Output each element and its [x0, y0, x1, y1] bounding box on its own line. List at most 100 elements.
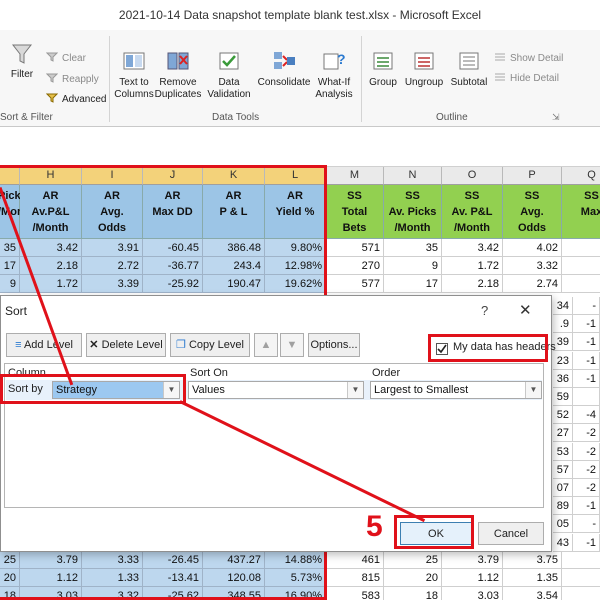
- cancel-button[interactable]: Cancel: [478, 522, 544, 545]
- data-cell[interactable]: 23: [553, 351, 573, 370]
- data-cell[interactable]: -1: [573, 315, 600, 334]
- data-cell[interactable]: -1: [573, 333, 600, 352]
- copy-level-button[interactable]: ❐ Copy Level: [170, 333, 250, 357]
- data-cell[interactable]: 571: [326, 239, 384, 257]
- data-cell[interactable]: 25: [384, 551, 442, 569]
- data-cell[interactable]: 07: [553, 479, 573, 497]
- header-cell[interactable]: SS Avg. Odds: [503, 185, 562, 239]
- data-cell[interactable]: 2.18: [442, 275, 503, 293]
- header-cell[interactable]: SS Av. Picks/Month: [384, 185, 442, 239]
- show-detail-button[interactable]: Show Detail: [494, 52, 563, 64]
- data-cell[interactable]: 35: [384, 239, 442, 257]
- data-cell[interactable]: -1: [562, 569, 600, 587]
- data-cell[interactable]: 59: [553, 388, 573, 406]
- data-cell[interactable]: 461: [326, 551, 384, 569]
- data-cell[interactable]: 9: [384, 257, 442, 275]
- data-cell[interactable]: -2: [573, 424, 600, 443]
- data-cell[interactable]: -4: [573, 406, 600, 425]
- remove-duplicates-button[interactable]: Remove Duplicates: [154, 50, 202, 101]
- filter-button[interactable]: Filter: [6, 42, 38, 81]
- column-header-o[interactable]: O: [442, 167, 503, 185]
- data-cell[interactable]: 39: [553, 333, 573, 352]
- data-cell[interactable]: 3.75: [503, 551, 562, 569]
- order-select[interactable]: Largest to Smallest ▼: [370, 381, 542, 399]
- data-cell[interactable]: [573, 388, 600, 406]
- move-up-button[interactable]: ▲: [254, 333, 278, 357]
- data-cell[interactable]: -: [573, 515, 600, 534]
- data-cell[interactable]: 05: [553, 515, 573, 534]
- data-cell[interactable]: 1.12: [442, 569, 503, 587]
- data-cell[interactable]: -2: [573, 479, 600, 497]
- consolidate-button[interactable]: Consolidate: [256, 50, 312, 89]
- advanced-button[interactable]: Advanced: [45, 93, 106, 105]
- data-cell[interactable]: 17: [384, 275, 442, 293]
- formula-area: [0, 128, 600, 167]
- sort-filter-group-label: Sort & Filter: [0, 112, 53, 123]
- clear-filter-icon: [45, 52, 59, 62]
- options-button[interactable]: Options...: [308, 333, 360, 357]
- data-cell[interactable]: -1: [573, 351, 600, 370]
- data-cell[interactable]: 53: [553, 442, 573, 461]
- ungroup-label: Ungroup: [404, 77, 444, 88]
- data-cell[interactable]: 1.72: [442, 257, 503, 275]
- data-cell[interactable]: -2: [562, 257, 600, 275]
- data-cell[interactable]: 815: [326, 569, 384, 587]
- data-cell[interactable]: -: [573, 297, 600, 315]
- move-down-button[interactable]: ▼: [280, 333, 304, 357]
- data-validation-button[interactable]: Data Validation: [204, 50, 254, 101]
- data-cell[interactable]: 583: [326, 587, 384, 600]
- data-cell[interactable]: -1: [573, 369, 600, 388]
- data-cell[interactable]: 2.74: [503, 275, 562, 293]
- hide-detail-button[interactable]: Hide Detail: [494, 72, 559, 84]
- column-header-n[interactable]: N: [384, 167, 442, 185]
- data-cell[interactable]: 4.02: [503, 239, 562, 257]
- data-cell[interactable]: -2: [573, 442, 600, 461]
- header-cell[interactable]: SS Max: [562, 185, 600, 239]
- clear-button[interactable]: Clear: [45, 52, 86, 64]
- data-cell[interactable]: 27: [553, 424, 573, 443]
- subtotal-button[interactable]: Subtotal: [446, 50, 492, 89]
- data-cell[interactable]: 20: [384, 569, 442, 587]
- data-cell[interactable]: 34: [553, 297, 573, 315]
- data-cell[interactable]: 3.79: [442, 551, 503, 569]
- remove-duplicates-line2: Duplicates: [154, 89, 202, 100]
- data-cell[interactable]: 1.35: [503, 569, 562, 587]
- header-cell[interactable]: SS Av. P&L/Month: [442, 185, 503, 239]
- data-cell[interactable]: -2: [562, 551, 600, 569]
- data-cell[interactable]: .9: [553, 315, 573, 334]
- column-header-m[interactable]: M: [326, 167, 384, 185]
- add-level-button[interactable]: ≡ Add Level: [6, 333, 82, 357]
- sort-on-select[interactable]: Values ▼: [188, 381, 364, 399]
- data-cell[interactable]: 18: [384, 587, 442, 600]
- data-cell[interactable]: -1: [573, 497, 600, 516]
- text-to-columns-button[interactable]: Text to Columns: [114, 50, 154, 101]
- group-button[interactable]: Group: [366, 50, 400, 89]
- data-cell[interactable]: 3.03: [442, 587, 503, 600]
- ungroup-button[interactable]: Ungroup: [402, 50, 446, 89]
- data-cell[interactable]: 577: [326, 275, 384, 293]
- help-button[interactable]: ?: [481, 303, 488, 318]
- data-cell[interactable]: 3.54: [503, 587, 562, 600]
- data-cell[interactable]: 270: [326, 257, 384, 275]
- data-cell[interactable]: -3: [562, 275, 600, 293]
- what-if-analysis-button[interactable]: ? What-If Analysis: [313, 50, 355, 101]
- dialog-launcher-icon[interactable]: ⇲: [552, 112, 560, 123]
- data-cell[interactable]: 3.32: [503, 257, 562, 275]
- data-cell[interactable]: -2: [573, 460, 600, 479]
- data-cell[interactable]: 57: [553, 460, 573, 479]
- header-cell[interactable]: SS Total Bets: [326, 185, 384, 239]
- data-cell[interactable]: -2: [562, 587, 600, 600]
- data-cell[interactable]: -2: [562, 239, 600, 257]
- column-header-q[interactable]: Q: [562, 167, 600, 185]
- reapply-button[interactable]: Reapply: [45, 73, 99, 85]
- data-cell[interactable]: -1: [573, 533, 600, 552]
- header-line: Bets: [342, 222, 367, 234]
- data-cell[interactable]: 43: [553, 533, 573, 552]
- column-header-p[interactable]: P: [503, 167, 562, 185]
- close-button[interactable]: ✕: [519, 301, 532, 319]
- data-cell[interactable]: 3.42: [442, 239, 503, 257]
- data-cell[interactable]: 36: [553, 369, 573, 388]
- data-cell[interactable]: 89: [553, 497, 573, 516]
- data-cell[interactable]: 52: [553, 406, 573, 425]
- delete-level-button[interactable]: ✕ Delete Level: [86, 333, 166, 357]
